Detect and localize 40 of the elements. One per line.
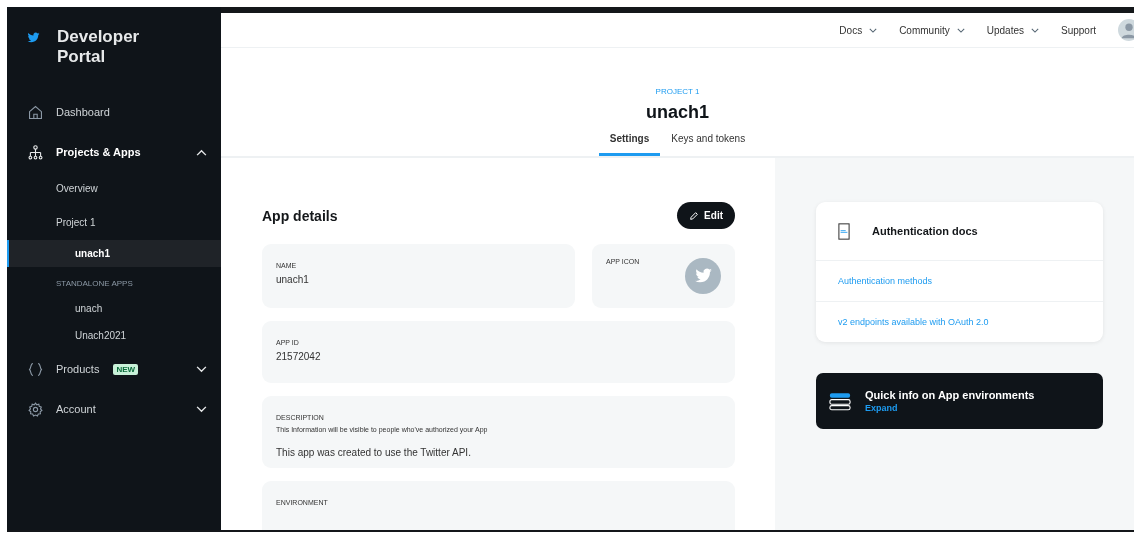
pencil-icon (689, 210, 700, 221)
bird-logo-icon (27, 31, 40, 44)
edit-button[interactable]: Edit (677, 202, 735, 229)
expand-link[interactable]: Expand (865, 403, 1035, 413)
chevron-icon (869, 27, 878, 33)
field-value: 21572042 (276, 351, 322, 362)
banner-title: Quick info on App environments (865, 389, 1035, 401)
section-heading: STANDALONE APPS (55, 278, 134, 290)
section-title: App details (262, 207, 338, 224)
sidebar-item[interactable]: unach1 (7, 240, 221, 267)
sidebar-item[interactable]: Products NEW (7, 349, 221, 389)
sidebar-item[interactable]: Project 1 (7, 206, 221, 240)
field-value: This app was created to use the Twitter API. (276, 447, 472, 458)
tab[interactable]: Keys and tokens (660, 133, 757, 156)
settings-icon (27, 400, 44, 418)
sidebar-item[interactable]: unach (7, 295, 221, 322)
document-icon (838, 222, 850, 240)
project-label: PROJECT 1 (655, 87, 700, 96)
nav-link[interactable]: Support (1060, 24, 1096, 36)
sidebar-item[interactable]: Projects & Apps (7, 132, 221, 172)
hierarchy-icon (27, 143, 44, 161)
portal-title: Developer Portal (57, 27, 141, 67)
sidebar-item[interactable]: Dashboard (7, 92, 221, 132)
chevron-icon (956, 27, 965, 33)
nav-link[interactable]: Docs (839, 24, 878, 36)
chevron-icon (1030, 27, 1039, 33)
home-icon (27, 103, 44, 121)
card-title: Authentication docs (872, 225, 978, 237)
nav-link[interactable]: Updates (986, 24, 1039, 36)
braces-icon (27, 360, 44, 378)
sidebar-item[interactable]: Account (7, 389, 221, 429)
bird-avatar-icon (685, 258, 721, 294)
new-badge: NEW (113, 363, 139, 375)
sidebar-item[interactable]: Overview (7, 172, 221, 206)
avatar-icon[interactable] (1118, 19, 1134, 41)
field-value: unach1 (276, 274, 310, 285)
nav-link[interactable]: Community (899, 24, 965, 36)
app-title: unach1 (646, 102, 709, 123)
server-icon (829, 391, 851, 411)
sidebar-item[interactable]: Unach2021 (7, 322, 221, 349)
